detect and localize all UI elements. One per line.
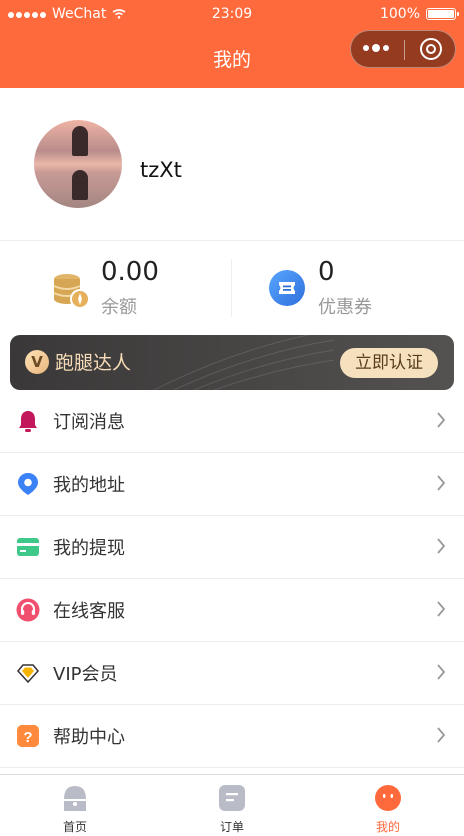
vip-badge-icon: V [25,350,49,374]
username: tzXt [140,158,182,182]
miniprogram-capsule [350,30,456,68]
coupon-icon [269,270,305,306]
menu-item-label: 订阅消息 [53,412,125,433]
tab-label: 我的 [375,820,400,834]
bell-icon [19,411,37,432]
profile-icon [375,785,401,811]
menu-item-label: 在线客服 [53,601,125,622]
chevron-right-icon [437,601,446,617]
tab-home[interactable]: 首页 [15,775,135,836]
capsule-divider [404,40,405,60]
chevron-right-icon [437,475,446,491]
help-icon: ? [17,725,39,747]
banner-decoration [154,335,334,390]
coins-icon [53,274,90,309]
coupon-stat[interactable]: 0 优惠券 [232,241,464,333]
menu-item-label: 我的地址 [53,475,125,496]
menu-item-my-address[interactable]: 我的地址 [0,453,464,516]
coupon-label: 优惠券 [318,297,372,318]
wallet-card-icon [17,538,39,556]
menu-item-label: VIP会员 [53,664,118,685]
battery-percent: 100% [379,6,420,22]
bottom-tab-bar: 首页 订单 我的 [0,774,464,836]
chevron-right-icon [437,412,446,428]
tab-label: 首页 [62,820,87,834]
status-right: 100% [379,6,459,22]
banner-title: 跑腿达人 [55,352,132,374]
certify-now-button[interactable]: 立即认证 [340,348,438,378]
chevron-right-icon [437,664,446,680]
status-bar: WeChat 23:09 100% [0,0,464,28]
menu-item-subscribe-messages[interactable]: 订阅消息 [0,390,464,453]
headset-icon [16,598,40,622]
tab-label: 订单 [219,820,244,834]
svg-text:?: ? [23,729,32,746]
menu-item-withdraw[interactable]: 我的提现 [0,516,464,579]
order-icon [219,785,245,811]
diamond-icon [17,664,39,684]
tab-orders[interactable]: 订单 [172,775,292,836]
menu-item-vip-member[interactable]: VIP会员 [0,642,464,705]
menu-list: 订阅消息 我的地址 我的提现 在线客服 VIP会员 ? 帮助中心 [0,390,464,768]
menu-item-label: 我的提现 [53,538,125,559]
chevron-right-icon [437,538,446,554]
balance-stat[interactable]: 0.00 余额 [0,241,231,333]
tab-mine[interactable]: 我的 [328,775,448,836]
navigation-bar: 我的 [0,28,464,88]
account-stats: 0.00 余额 0 优惠券 [0,241,464,333]
profile-header[interactable]: tzXt [0,88,464,240]
coupon-value: 0 [318,257,335,287]
menu-item-help-center[interactable]: ? 帮助中心 [0,705,464,768]
more-menu-button[interactable] [363,44,389,52]
home-icon [64,786,86,811]
chevron-right-icon [437,727,446,743]
menu-item-label: 帮助中心 [53,727,125,748]
runner-certification-banner[interactable]: V 跑腿达人 立即认证 [10,335,454,390]
balance-label: 余额 [101,297,137,318]
close-miniprogram-button[interactable] [420,38,442,60]
location-pin-icon [18,473,38,495]
avatar[interactable] [34,120,122,208]
balance-value: 0.00 [101,257,159,287]
menu-item-online-support[interactable]: 在线客服 [0,579,464,642]
battery-icon [426,8,459,20]
